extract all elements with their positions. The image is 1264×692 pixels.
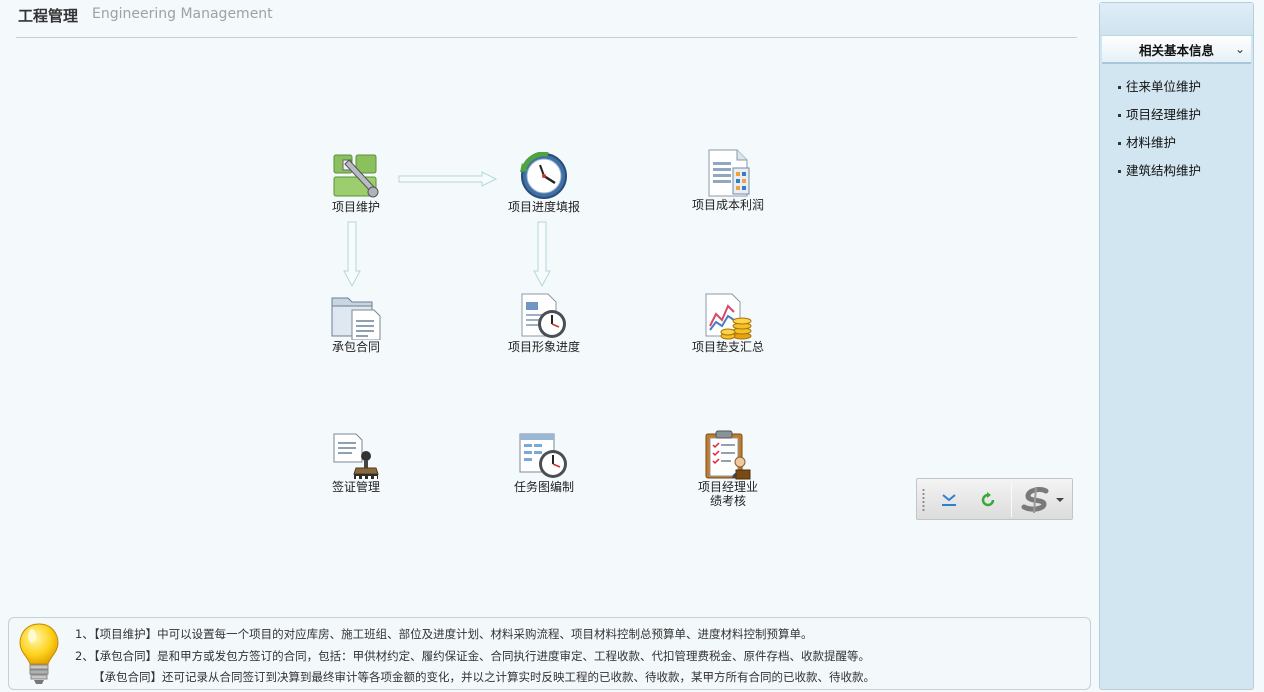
download-icon (942, 494, 956, 506)
project-maintenance-icon (333, 154, 379, 198)
module-label: 项目成本利润 (691, 198, 764, 212)
sidebar-link-label: 材料维护 (1126, 135, 1177, 150)
sidebar-link-label: 建筑结构维护 (1126, 163, 1202, 178)
sidebar-panel-header[interactable]: 相关基本信息 ⌄ (1102, 36, 1251, 64)
bullet-icon (1118, 142, 1121, 145)
module-label: 承包合同 (331, 340, 380, 354)
module-image-progress[interactable]: 项目形象进度 (489, 292, 599, 354)
sidebar-link-label: 往来单位维护 (1126, 79, 1202, 94)
tip-line-2: 2、【承包合同】是和甲方或发包方签订的合同，包括：甲供材约定、履约保证金、合同执… (75, 649, 871, 663)
module-pm-performance[interactable]: 项目经理业 绩考核 (673, 430, 783, 508)
module-progress-report[interactable]: 项目进度填报 (489, 152, 599, 214)
module-contract[interactable]: 承包合同 (301, 292, 411, 354)
report-chart-icon (708, 149, 750, 197)
toolbar-separator (1011, 483, 1012, 517)
stamp-icon (333, 433, 379, 479)
sidebar-link-building-structure[interactable]: 建筑结构维护 (1100, 161, 1253, 189)
clipboard-person-icon (705, 430, 751, 480)
sidebar-link-list: 往来单位维护 项目经理维护 材料维护 建筑结构维护 (1100, 64, 1253, 189)
module-advance-summary[interactable]: 项目垫支汇总 (673, 292, 783, 354)
module-label-line1: 项目经理业 (697, 480, 758, 494)
sidebar-top-strip (1100, 3, 1253, 36)
bullet-icon (1118, 114, 1121, 117)
module-label: 项目进度填报 (507, 200, 580, 214)
right-sidebar: 相关基本信息 ⌄ 往来单位维护 项目经理维护 材料维护 建筑结构维护 (1099, 2, 1254, 690)
lightbulb-icon (19, 623, 59, 684)
page-subtitle: Engineering Management (92, 6, 273, 22)
module-label: 项目垫支汇总 (691, 340, 764, 354)
chart-coins-icon (705, 293, 752, 340)
dollar-dropdown-button[interactable] (1019, 487, 1067, 513)
flow-arrow-right (398, 171, 498, 187)
bullet-icon (1118, 86, 1121, 89)
document-clock-icon (521, 293, 566, 338)
page-title: 工程管理 (18, 7, 79, 25)
sidebar-link-materials[interactable]: 材料维护 (1100, 133, 1253, 161)
tip-line-3: 【承包合同】还可记录从合同签订到决算到最终审计等各项金额的变化，并以之计算实时反… (93, 670, 875, 684)
clock-icon (520, 152, 567, 199)
download-button[interactable] (936, 487, 962, 513)
chevron-down-icon[interactable]: ⌄ (1235, 42, 1245, 56)
folder-document-icon (331, 297, 381, 340)
sidebar-link-project-managers[interactable]: 项目经理维护 (1100, 105, 1253, 133)
sidebar-panel-title: 相关基本信息 (1138, 42, 1214, 58)
module-task-chart[interactable]: 任务图编制 (489, 432, 599, 494)
module-cost-profit[interactable]: 项目成本利润 (673, 148, 783, 212)
sidebar-link-partner-units[interactable]: 往来单位维护 (1100, 77, 1253, 105)
dollar-dropdown-icon (1021, 487, 1064, 513)
tips-panel: 1、【项目维护】中可以设置每一个项目的对应库房、施工班组、部位及进度计划、材料采… (8, 617, 1091, 690)
tip-line-1: 1、【项目维护】中可以设置每一个项目的对应库房、施工班组、部位及进度计划、材料采… (75, 627, 813, 641)
module-label: 任务图编制 (513, 480, 574, 494)
page-header: 工程管理 Engineering Management (16, 0, 1077, 38)
module-label: 签证管理 (331, 480, 380, 494)
module-project-maintenance[interactable]: 项目维护 (301, 152, 411, 214)
refresh-button[interactable] (975, 487, 1001, 513)
module-label: 项目形象进度 (507, 340, 580, 354)
module-label: 项目维护 (331, 200, 380, 214)
bullet-icon (1118, 170, 1121, 173)
module-label-line2: 绩考核 (709, 494, 746, 508)
drag-grip[interactable] (922, 488, 925, 512)
refresh-icon (981, 492, 995, 507)
flow-arrow-down-mid (533, 221, 551, 287)
floating-toolbar (916, 478, 1073, 520)
module-visa-management[interactable]: 签证管理 (301, 432, 411, 494)
schedule-clock-icon (519, 433, 567, 478)
sidebar-link-label: 项目经理维护 (1126, 107, 1202, 122)
flow-arrow-down-left (343, 221, 361, 287)
